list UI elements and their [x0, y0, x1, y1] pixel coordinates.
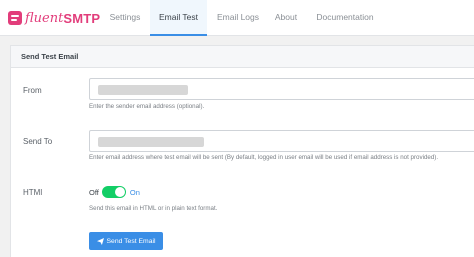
html-toggle-off-label: Off — [89, 187, 99, 197]
html-help-text: Send this email in HTML or in plain text… — [89, 205, 218, 212]
tab-email-test[interactable]: Email Test — [150, 0, 207, 36]
html-label: HTMl — [23, 188, 43, 197]
html-toggle-row: Off On — [89, 186, 140, 198]
send-test-email-button-label: Send Test Email — [106, 237, 156, 245]
html-toggle-on-label: On — [129, 187, 140, 197]
tab-settings[interactable]: Settings — [97, 0, 153, 35]
logo-text-suffix: SMTP — [63, 10, 101, 26]
send-to-email-value-redacted — [98, 137, 204, 147]
tab-email-logs[interactable]: Email Logs — [208, 0, 268, 35]
from-help-text: Enter the sender email address (optional… — [89, 103, 205, 110]
send-to-email-input[interactable] — [89, 130, 474, 152]
top-navigation: fluent SMTP Settings Email Test Email Lo… — [0, 0, 474, 36]
from-email-input[interactable] — [89, 78, 474, 100]
send-test-email-button[interactable]: Send Test Email — [89, 232, 163, 250]
from-email-value-redacted — [98, 85, 188, 95]
paper-plane-icon — [96, 237, 104, 245]
send-to-label: Send To — [23, 137, 53, 146]
tab-about[interactable]: About — [266, 0, 306, 35]
html-toggle-switch[interactable] — [101, 186, 126, 198]
fluent-smtp-logo[interactable]: fluent SMTP — [8, 9, 100, 27]
from-label: From — [23, 86, 42, 95]
panel-title: Send Test Email — [11, 46, 474, 68]
tab-documentation[interactable]: Documentation — [310, 0, 380, 35]
send-test-email-panel: Send Test Email From Enter the sender em… — [10, 45, 474, 257]
fluent-smtp-logo-icon — [8, 11, 22, 25]
logo-text-prefix: fluent — [25, 10, 64, 26]
send-to-help-text: Enter email address where test email wil… — [89, 154, 439, 161]
